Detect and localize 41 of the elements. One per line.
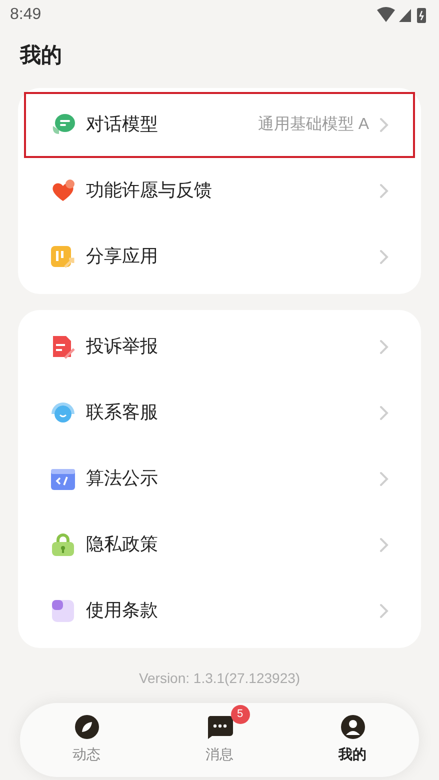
item-label: 分享应用 bbox=[86, 245, 158, 268]
page-title: 我的 bbox=[18, 43, 63, 69]
heart-icon bbox=[50, 178, 76, 204]
chevron-right-icon bbox=[379, 404, 389, 420]
chevron-right-icon bbox=[379, 182, 389, 198]
chevron-right-icon bbox=[379, 602, 389, 618]
item-label: 功能许愿与反馈 bbox=[86, 179, 212, 202]
person-icon bbox=[340, 714, 366, 740]
document-icon bbox=[50, 598, 76, 624]
chat-icon bbox=[206, 714, 234, 740]
item-label: 投诉举报 bbox=[86, 335, 158, 358]
chevron-right-icon bbox=[379, 338, 389, 354]
chevron-right-icon bbox=[379, 116, 389, 132]
chevron-right-icon bbox=[379, 470, 389, 486]
settings-item[interactable]: 对话模型 通用基础模型 A bbox=[24, 92, 415, 158]
tab[interactable]: 我的 bbox=[286, 702, 419, 776]
compass-icon bbox=[74, 714, 100, 740]
item-label: 算法公示 bbox=[86, 467, 158, 490]
headset-icon bbox=[50, 400, 76, 426]
share-app-icon bbox=[50, 244, 76, 270]
document-pen-icon bbox=[50, 334, 76, 360]
version-text: Version: 1.3.1(27.123923) bbox=[138, 668, 302, 688]
status-icons bbox=[377, 6, 429, 24]
settings-item[interactable]: 使用条款 bbox=[24, 578, 415, 644]
item-value: 通用基础模型 A bbox=[258, 114, 369, 134]
settings-item[interactable]: 功能许愿与反馈 bbox=[24, 158, 415, 224]
settings-item[interactable]: 联系客服 bbox=[24, 380, 415, 446]
status-time: 8:49 bbox=[10, 5, 42, 25]
settings-item[interactable]: 分享应用 bbox=[24, 224, 415, 290]
badge: 5 bbox=[230, 705, 250, 724]
tab[interactable]: 5 消息 bbox=[153, 702, 286, 776]
settings-item[interactable]: 算法公示 bbox=[24, 446, 415, 512]
lock-bag-icon bbox=[50, 532, 76, 558]
settings-item[interactable]: 投诉举报 bbox=[24, 314, 415, 380]
item-label: 使用条款 bbox=[86, 599, 158, 622]
settings-item[interactable]: 隐私政策 bbox=[24, 512, 415, 578]
chevron-right-icon bbox=[379, 248, 389, 264]
item-label: 对话模型 bbox=[86, 113, 158, 136]
item-label: 联系客服 bbox=[86, 401, 158, 424]
chevron-right-icon bbox=[379, 536, 389, 552]
item-label: 隐私政策 bbox=[86, 533, 158, 556]
